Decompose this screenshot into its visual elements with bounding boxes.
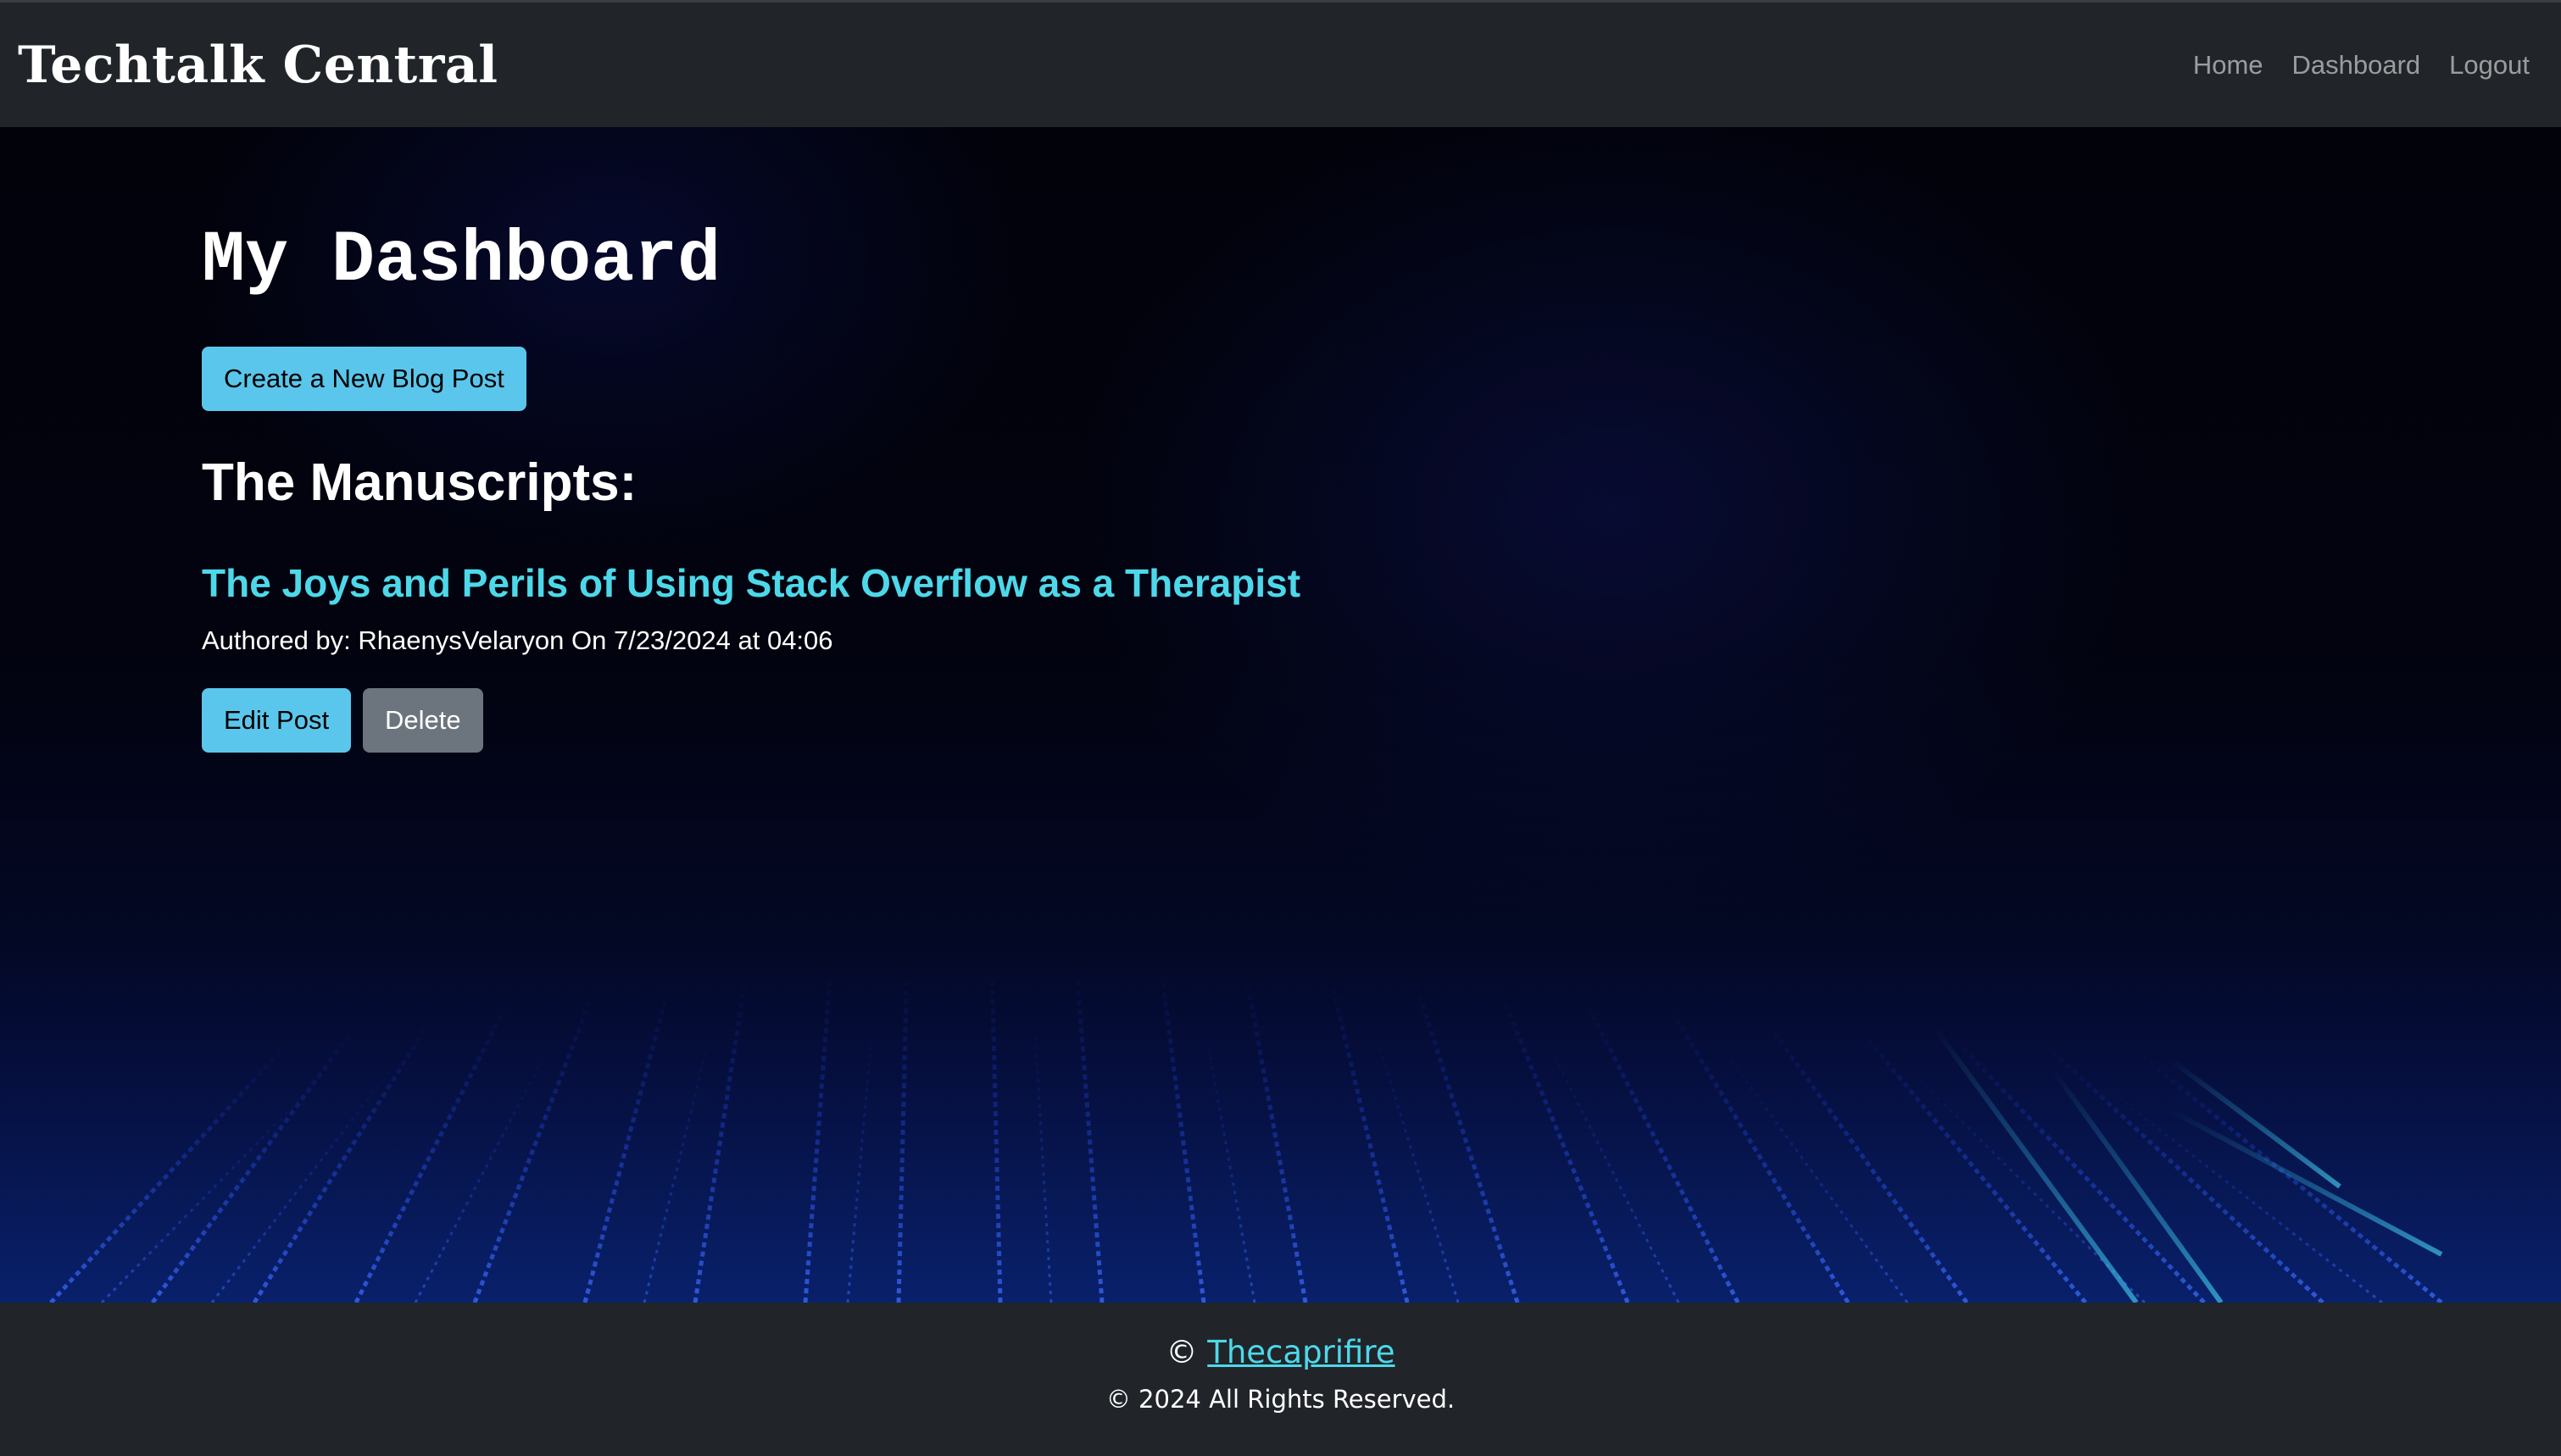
page-title: My Dashboard xyxy=(202,220,721,302)
site-brand[interactable]: Techtalk Central xyxy=(18,33,498,97)
delete-post-button[interactable]: Delete xyxy=(363,688,483,753)
edit-post-button[interactable]: Edit Post xyxy=(202,688,352,753)
navbar: Techtalk Central Home Dashboard Logout xyxy=(0,0,2561,127)
nav-link-dashboard[interactable]: Dashboard xyxy=(2292,48,2421,82)
page: Techtalk Central Home Dashboard Logout M… xyxy=(0,0,2561,1456)
post-meta: Authored by: RhaenysVelaryon On 7/23/202… xyxy=(202,625,833,655)
section-heading: The Manuscripts: xyxy=(202,453,637,512)
footer-rights: © 2024 All Rights Reserved. xyxy=(1105,1385,1456,1414)
nav-link-home[interactable]: Home xyxy=(2193,48,2263,82)
footer: © Thecaprifire © 2024 All Rights Reserve… xyxy=(0,1303,2561,1456)
footer-credit: © Thecaprifire xyxy=(0,1331,2561,1374)
create-post-button[interactable]: Create a New Blog Post xyxy=(202,347,526,411)
footer-author-link[interactable]: Thecaprifire xyxy=(1207,1334,1395,1370)
nav-link-logout[interactable]: Logout xyxy=(2449,48,2530,82)
nav-links: Home Dashboard Logout xyxy=(2193,48,2530,82)
copyright-symbol: © xyxy=(1166,1334,1198,1370)
post-title-link[interactable]: The Joys and Perils of Using Stack Overf… xyxy=(202,558,1300,609)
